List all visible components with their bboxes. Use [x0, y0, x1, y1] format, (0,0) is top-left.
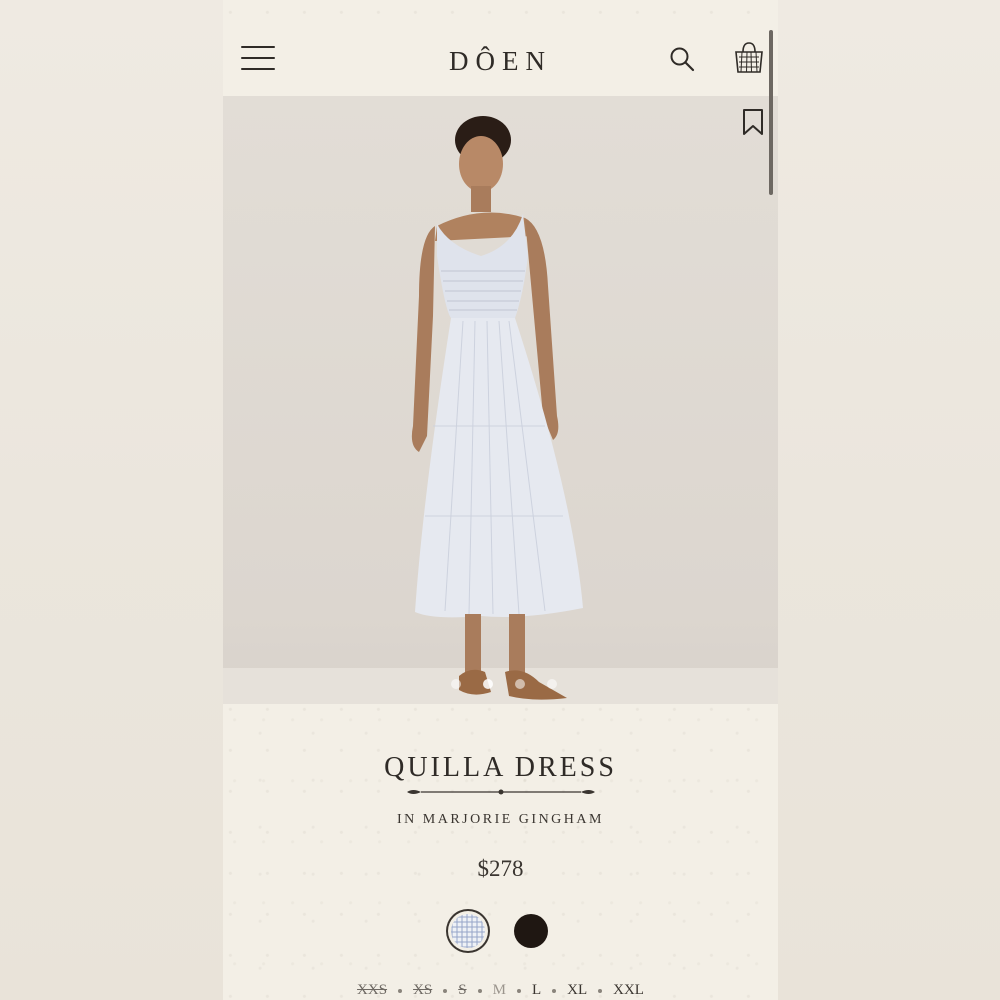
gallery-pagination — [451, 674, 574, 693]
color-swatch-gingham[interactable] — [451, 914, 485, 948]
bookmark-icon[interactable] — [742, 108, 764, 136]
size-separator — [477, 988, 482, 993]
product-photo — [411, 116, 583, 700]
title-flourish-divider — [407, 789, 595, 795]
scrollbar[interactable] — [769, 30, 773, 195]
product-variant: IN MARJORIE GINGHAM — [397, 812, 604, 827]
size-option[interactable]: XXS — [357, 982, 387, 999]
mobile-viewport: DÔEN QUILLA DRESS IN MARJORIE GINGHAM $2… — [223, 0, 778, 1000]
size-separator — [516, 988, 521, 993]
gallery-dot[interactable] — [547, 679, 558, 689]
size-option[interactable]: XXL — [613, 982, 644, 999]
product-image-gallery[interactable] — [223, 96, 778, 704]
size-separator — [552, 988, 557, 993]
product-title: QUILLA DRESS — [384, 752, 617, 783]
product-price: $278 — [477, 856, 524, 881]
shopping-basket-icon[interactable] — [733, 40, 765, 74]
size-option[interactable]: L — [532, 982, 541, 999]
size-separator — [443, 988, 448, 993]
size-option[interactable]: S — [458, 982, 466, 999]
size-separator — [398, 988, 403, 993]
gallery-dot[interactable] — [483, 679, 494, 689]
size-selector: XXS XS S M L XL XXL — [223, 982, 778, 999]
color-swatch-black[interactable] — [514, 914, 548, 948]
size-option[interactable]: XL — [567, 982, 587, 999]
gallery-dot[interactable] — [451, 679, 461, 689]
size-separator — [598, 988, 603, 993]
gallery-dot[interactable] — [515, 679, 526, 689]
size-option[interactable]: M — [493, 982, 506, 999]
header-bar: DÔEN — [223, 24, 778, 96]
size-option[interactable]: XS — [413, 982, 432, 999]
search-icon[interactable] — [669, 46, 695, 72]
